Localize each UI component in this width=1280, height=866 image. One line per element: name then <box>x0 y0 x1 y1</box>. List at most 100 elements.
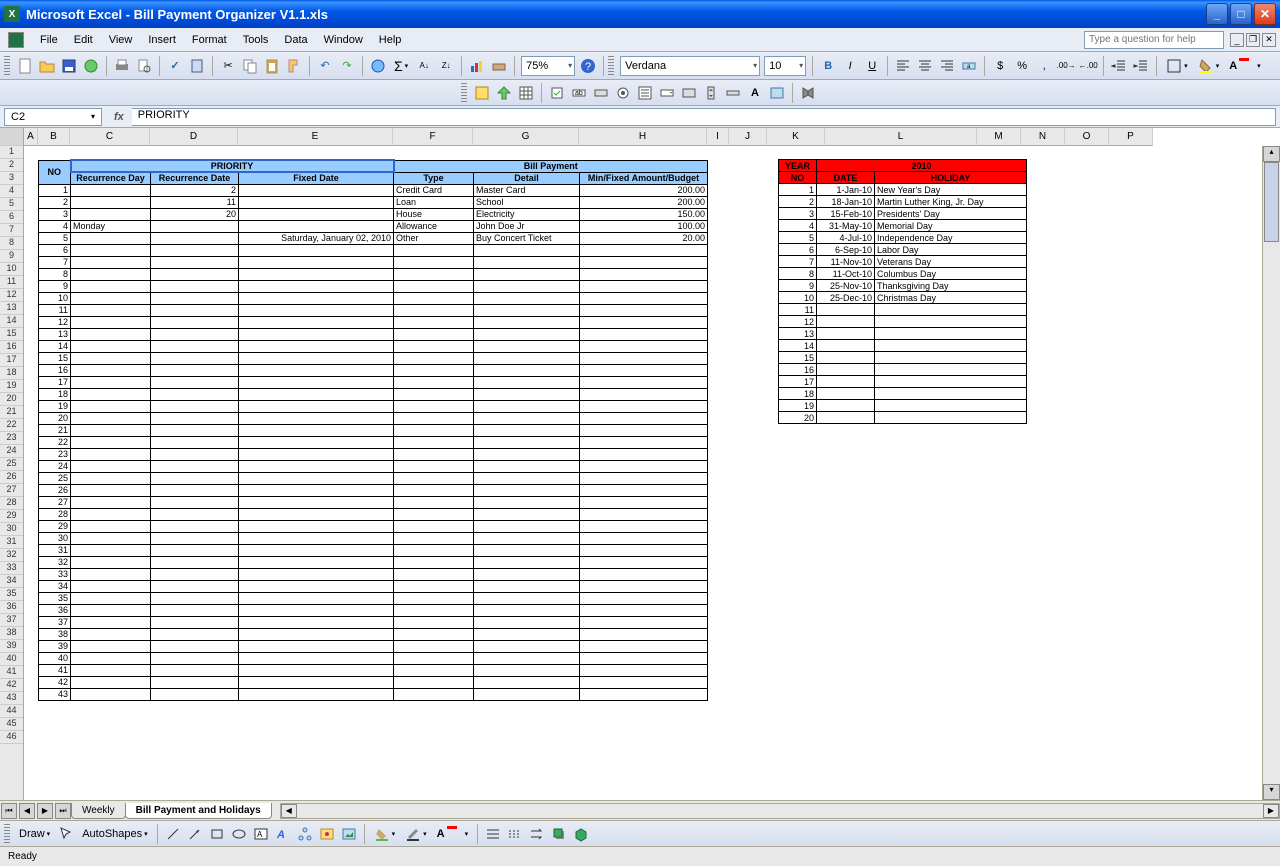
diagram-icon[interactable] <box>294 823 316 845</box>
table-row[interactable]: 24 <box>39 460 708 472</box>
cell[interactable] <box>151 244 239 256</box>
cell[interactable] <box>394 400 474 412</box>
option-icon[interactable] <box>612 82 634 104</box>
row-header[interactable]: 18 <box>0 367 23 380</box>
cell[interactable] <box>580 556 708 568</box>
cell[interactable]: 3 <box>779 208 817 220</box>
tab-nav-last[interactable]: ⏭ <box>55 803 71 819</box>
table-row[interactable]: 42 <box>39 676 708 688</box>
cell[interactable] <box>474 400 580 412</box>
cell[interactable] <box>580 244 708 256</box>
col-header-P[interactable]: P <box>1109 128 1153 146</box>
line-style-icon[interactable] <box>482 823 504 845</box>
cell[interactable] <box>151 544 239 556</box>
table-row[interactable]: 18 <box>39 388 708 400</box>
cell[interactable] <box>239 520 394 532</box>
menu-window[interactable]: Window <box>316 31 371 49</box>
table-row[interactable]: 25 <box>39 472 708 484</box>
row-header[interactable]: 4 <box>0 185 23 198</box>
row-header[interactable]: 9 <box>0 250 23 263</box>
table-row[interactable]: 11 <box>779 304 1027 316</box>
form-design-icon[interactable] <box>471 82 493 104</box>
cell[interactable] <box>394 388 474 400</box>
cell[interactable]: 13 <box>39 328 71 340</box>
table-row[interactable]: 28 <box>39 508 708 520</box>
help-search-input[interactable] <box>1084 31 1224 49</box>
table-row[interactable]: 1025-Dec-10Christmas Day <box>779 292 1027 304</box>
cell[interactable] <box>151 676 239 688</box>
open-icon[interactable] <box>36 55 58 77</box>
cell[interactable] <box>151 472 239 484</box>
cell[interactable]: 17 <box>779 376 817 388</box>
table-row[interactable]: 13 <box>39 328 708 340</box>
cell[interactable]: Martin Luther King, Jr. Day <box>875 196 1027 208</box>
increase-decimal-icon[interactable]: .00→ <box>1055 55 1077 77</box>
cell[interactable] <box>71 640 151 652</box>
name-box[interactable]: C2 ▾ <box>4 108 102 126</box>
cell[interactable] <box>71 508 151 520</box>
cell[interactable] <box>474 472 580 484</box>
row-header[interactable]: 29 <box>0 510 23 523</box>
cell[interactable]: Loan <box>394 196 474 208</box>
cell[interactable] <box>151 388 239 400</box>
cell[interactable] <box>394 580 474 592</box>
cell[interactable] <box>474 256 580 268</box>
cell[interactable]: Thanksgiving Day <box>875 280 1027 292</box>
cell[interactable] <box>239 664 394 676</box>
cell[interactable] <box>394 292 474 304</box>
table-row[interactable]: 41 <box>39 664 708 676</box>
cell[interactable]: 8 <box>779 268 817 280</box>
cell[interactable]: 15 <box>39 352 71 364</box>
cell[interactable]: Veterans Day <box>875 256 1027 268</box>
cell[interactable]: Columbus Day <box>875 268 1027 280</box>
checkbox-icon[interactable] <box>546 82 568 104</box>
row-header[interactable]: 26 <box>0 471 23 484</box>
horizontal-scrollbar[interactable]: ◀ ▶ <box>280 803 1280 819</box>
cell[interactable]: 31-May-10 <box>817 220 875 232</box>
cell[interactable]: 2 <box>39 196 71 208</box>
row-header[interactable]: 25 <box>0 458 23 471</box>
line-color-icon[interactable]: ▾ <box>400 823 432 845</box>
table-row[interactable]: 218-Jan-10Martin Luther King, Jr. Day <box>779 196 1027 208</box>
cell[interactable]: 6-Sep-10 <box>817 244 875 256</box>
table-row[interactable]: 37 <box>39 616 708 628</box>
chart-wizard-icon[interactable] <box>466 55 488 77</box>
draw-menu[interactable]: Draw▾ <box>14 823 55 845</box>
close-button[interactable]: ✕ <box>1254 3 1276 25</box>
bold-icon[interactable]: B <box>817 55 839 77</box>
cell[interactable] <box>394 352 474 364</box>
table-row[interactable]: 315-Feb-10Presidents' Day <box>779 208 1027 220</box>
table-row[interactable]: 38 <box>39 628 708 640</box>
cell[interactable] <box>394 316 474 328</box>
table-row[interactable]: 16 <box>779 364 1027 376</box>
cell[interactable]: 31 <box>39 544 71 556</box>
scroll-up-icon[interactable]: ▴ <box>1263 146 1280 162</box>
table-row[interactable]: 12 <box>39 316 708 328</box>
cell[interactable]: 22 <box>39 436 71 448</box>
cell[interactable]: 12 <box>779 316 817 328</box>
table-row[interactable]: 29 <box>39 520 708 532</box>
cell[interactable] <box>151 436 239 448</box>
cell[interactable] <box>474 364 580 376</box>
table-icon[interactable] <box>515 82 537 104</box>
col-header-N[interactable]: N <box>1021 128 1065 146</box>
cell[interactable] <box>580 604 708 616</box>
cell[interactable] <box>151 520 239 532</box>
cell[interactable]: 33 <box>39 568 71 580</box>
cell[interactable] <box>239 568 394 580</box>
cell[interactable]: 30 <box>39 532 71 544</box>
cell[interactable] <box>580 436 708 448</box>
cell[interactable] <box>239 208 394 220</box>
table-row[interactable]: 18 <box>779 388 1027 400</box>
cell[interactable] <box>875 352 1027 364</box>
cell[interactable] <box>474 544 580 556</box>
print-preview-icon[interactable] <box>133 55 155 77</box>
cell[interactable]: 7 <box>779 256 817 268</box>
cell[interactable] <box>71 676 151 688</box>
cell[interactable] <box>474 424 580 436</box>
cell[interactable]: 20 <box>39 412 71 424</box>
cell[interactable] <box>239 652 394 664</box>
undo-icon[interactable]: ↶ <box>314 55 336 77</box>
cell[interactable] <box>239 268 394 280</box>
cell[interactable]: 41 <box>39 664 71 676</box>
